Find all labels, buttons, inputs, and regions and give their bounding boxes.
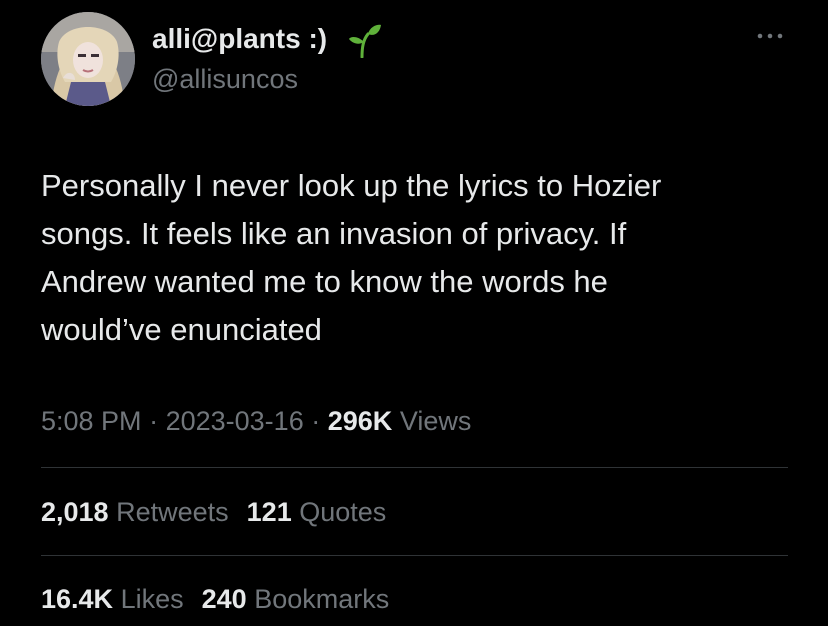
avatar[interactable] — [41, 12, 135, 106]
tweet-date[interactable]: 2023-03-16 — [166, 406, 304, 436]
quotes-stat[interactable]: 121 Quotes — [247, 497, 387, 527]
bookmarks-label: Bookmarks — [254, 584, 390, 614]
tweet-meta: 5:08 PM · 2023-03-16 · 296K Views — [41, 404, 471, 438]
tweet-line: Personally I never look up the lyrics to… — [41, 168, 662, 203]
divider — [41, 467, 788, 468]
stats-row-engagement: 16.4K Likes 240 Bookmarks — [41, 582, 407, 616]
tweet-text: Personally I never look up the lyrics to… — [41, 162, 791, 354]
bookmarks-stat[interactable]: 240 Bookmarks — [202, 584, 390, 614]
quotes-label: Quotes — [299, 497, 387, 527]
likes-label: Likes — [120, 584, 184, 614]
views-label: Views — [399, 406, 472, 436]
divider — [41, 555, 788, 556]
more-options-icon[interactable] — [755, 26, 785, 46]
tweet-line: songs. It feels like an invasion of priv… — [41, 216, 627, 251]
tweet-line: would’ve enunciated — [41, 312, 322, 347]
tweet-time[interactable]: 5:08 PM — [41, 406, 142, 436]
views-count[interactable]: 296K — [328, 406, 393, 436]
user-handle[interactable]: @allisuncos — [152, 63, 298, 95]
likes-stat[interactable]: 16.4K Likes — [41, 584, 184, 614]
tweet-line: Andrew wanted me to know the words he — [41, 264, 608, 299]
meta-separator: · — [311, 406, 321, 436]
retweets-stat[interactable]: 2,018 Retweets — [41, 497, 229, 527]
retweets-count: 2,018 — [41, 497, 109, 527]
bookmarks-count: 240 — [201, 584, 247, 614]
likes-count: 16.4K — [41, 584, 114, 614]
display-name[interactable]: alli@plants :) — [152, 22, 327, 56]
meta-separator: · — [149, 406, 159, 436]
retweets-label: Retweets — [116, 497, 229, 527]
quotes-count: 121 — [246, 497, 292, 527]
sprout-icon — [349, 24, 381, 58]
stats-row-shares: 2,018 Retweets 121 Quotes — [41, 495, 404, 529]
